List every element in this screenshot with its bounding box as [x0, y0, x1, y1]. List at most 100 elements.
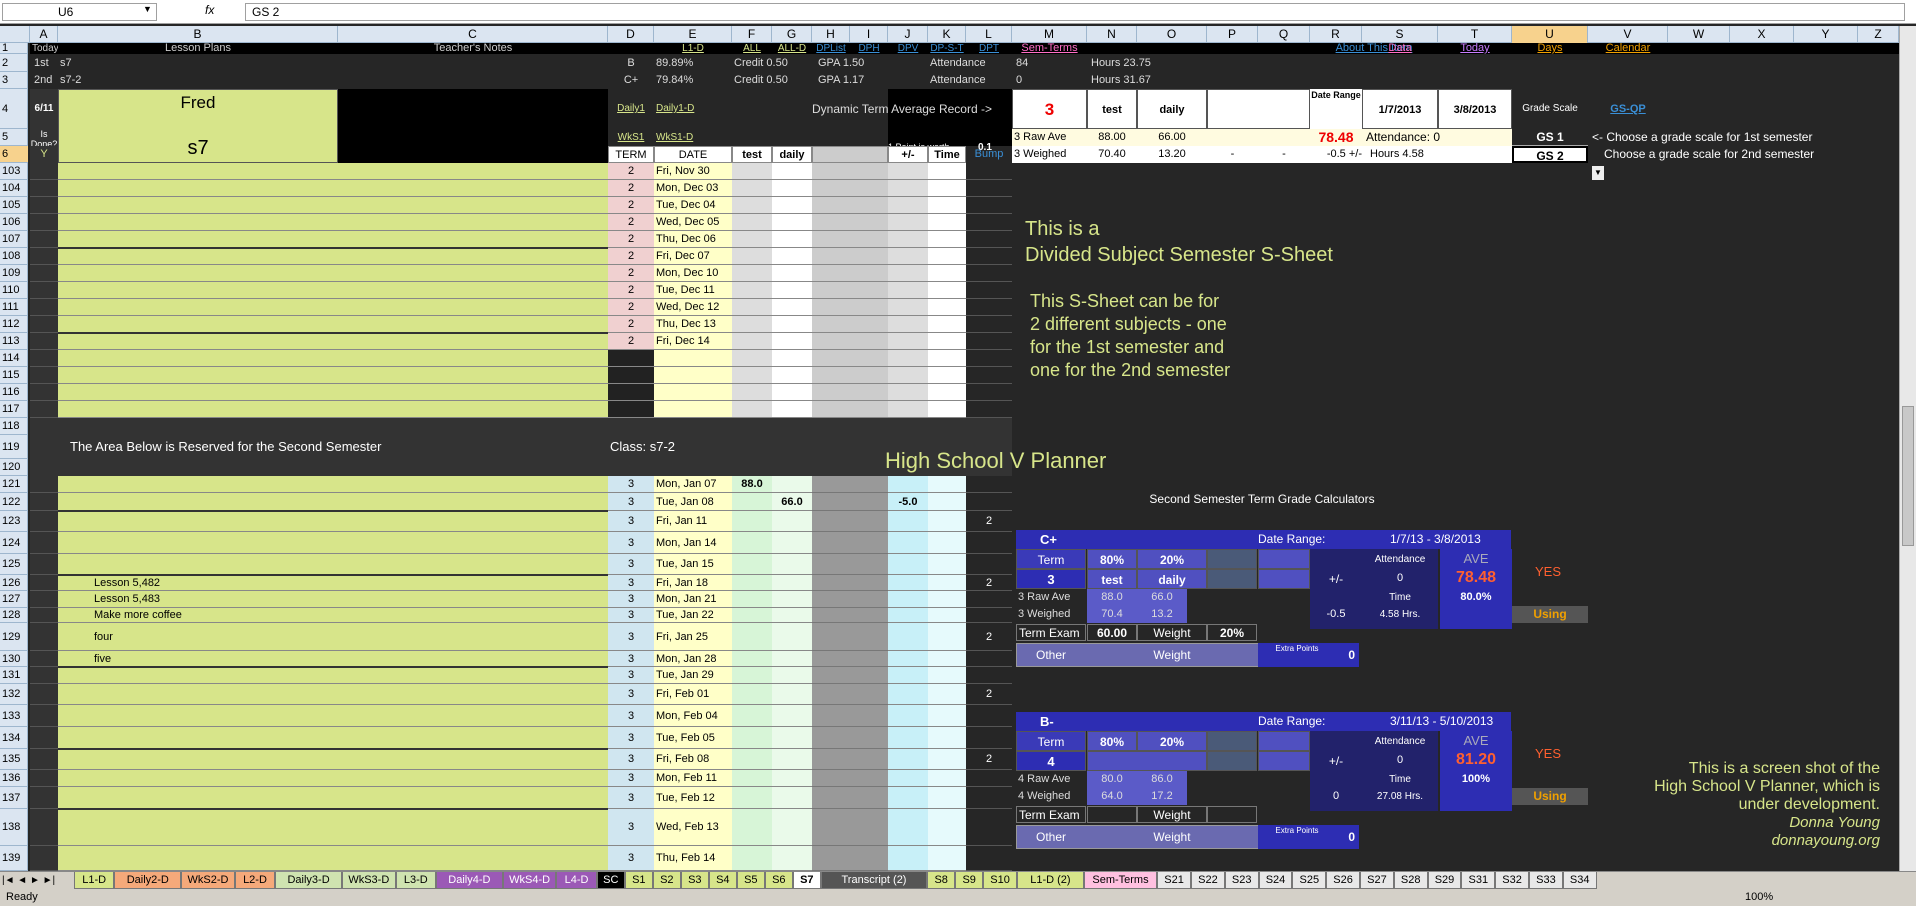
- row-header-109[interactable]: 109: [0, 265, 28, 282]
- column-header-w[interactable]: W: [1668, 26, 1730, 43]
- row-header-120[interactable]: 120: [0, 459, 28, 476]
- is-done-cell[interactable]: [30, 623, 58, 651]
- daily-cell[interactable]: [772, 163, 812, 180]
- column-header-o[interactable]: O: [1137, 26, 1207, 43]
- row-header-111[interactable]: 111: [0, 299, 28, 316]
- plusminus-cell[interactable]: [888, 476, 928, 493]
- test-cell[interactable]: [732, 591, 772, 608]
- test-cell[interactable]: [732, 846, 772, 871]
- time-cell[interactable]: [928, 667, 966, 684]
- test-cell[interactable]: [732, 265, 772, 282]
- sheet-tab[interactable]: S10: [983, 872, 1017, 889]
- zoom-level[interactable]: 100%: [1745, 889, 1773, 906]
- row-header-129[interactable]: 129: [0, 623, 28, 651]
- daily-cell[interactable]: [772, 651, 812, 667]
- sheet-tab[interactable]: L1-D (2): [1017, 872, 1084, 889]
- plusminus-cell[interactable]: [888, 667, 928, 684]
- row-header-124[interactable]: 124: [0, 532, 28, 554]
- teacher-note-cell[interactable]: [338, 623, 608, 651]
- row-header-3[interactable]: 3: [0, 72, 28, 89]
- row-header-127[interactable]: 127: [0, 591, 28, 608]
- test-cell[interactable]: [732, 770, 772, 787]
- row-header-105[interactable]: 105: [0, 197, 28, 214]
- daily-cell[interactable]: [772, 705, 812, 727]
- is-done-cell[interactable]: [30, 591, 58, 608]
- is-done-cell[interactable]: [30, 705, 58, 727]
- is-done-cell[interactable]: [30, 608, 58, 623]
- row-header-134[interactable]: 134: [0, 727, 28, 749]
- is-done-cell[interactable]: [30, 651, 58, 667]
- time-cell[interactable]: [928, 282, 966, 299]
- daily-cell[interactable]: [772, 367, 812, 384]
- lesson-plan-cell[interactable]: [58, 231, 338, 248]
- lesson-plan-cell[interactable]: [58, 265, 338, 282]
- lesson-plan-cell[interactable]: Make more coffee: [58, 608, 338, 623]
- sheet-tab[interactable]: S24: [1258, 872, 1293, 889]
- plusminus-cell[interactable]: [888, 651, 928, 667]
- lesson-plan-cell[interactable]: [58, 476, 338, 493]
- time-cell[interactable]: [928, 401, 966, 418]
- calc1-exam-weight[interactable]: 20%: [1207, 624, 1257, 641]
- time-cell[interactable]: [928, 231, 966, 248]
- sheet-tab[interactable]: S9: [955, 872, 984, 889]
- sheet-tab[interactable]: S4: [708, 872, 737, 889]
- daily-cell[interactable]: [772, 809, 812, 846]
- daily-cell[interactable]: [772, 265, 812, 282]
- column-header-v[interactable]: V: [1588, 26, 1668, 43]
- sheet-tab[interactable]: S22: [1191, 872, 1225, 889]
- row-header-103[interactable]: 103: [0, 163, 28, 180]
- sheet-tab[interactable]: Daily4-D: [436, 872, 503, 889]
- time-cell[interactable]: [928, 316, 966, 333]
- teacher-note-cell[interactable]: [338, 316, 608, 333]
- daily-cell[interactable]: [772, 532, 812, 554]
- link-sem-terms[interactable]: Sem-Terms: [1012, 43, 1087, 54]
- lesson-plan-cell[interactable]: [58, 532, 338, 554]
- is-done-cell[interactable]: [30, 575, 58, 591]
- plusminus-cell[interactable]: [888, 532, 928, 554]
- daily-cell[interactable]: [772, 511, 812, 532]
- is-done-cell[interactable]: [30, 493, 58, 511]
- plusminus-cell[interactable]: [888, 214, 928, 231]
- lesson-plan-cell[interactable]: Lesson 5,483: [58, 591, 338, 608]
- plusminus-cell[interactable]: [888, 350, 928, 367]
- test-cell[interactable]: [732, 809, 772, 846]
- is-done-cell[interactable]: [30, 511, 58, 532]
- link-wks1-d[interactable]: WkS1-D: [654, 129, 732, 146]
- daily-cell[interactable]: [772, 476, 812, 493]
- plusminus-cell[interactable]: [888, 770, 928, 787]
- row-header-108[interactable]: 108: [0, 248, 28, 265]
- teacher-note-cell[interactable]: [338, 651, 608, 667]
- time-cell[interactable]: [928, 532, 966, 554]
- link-all[interactable]: ALL: [732, 43, 772, 54]
- daily-cell[interactable]: [772, 727, 812, 749]
- daily-cell[interactable]: [772, 749, 812, 770]
- worksheet-grid[interactable]: Today Lesson Plans Teacher's Notes L1-D ALL A…: [28, 43, 1899, 871]
- link-dpv[interactable]: DPV: [888, 43, 928, 54]
- time-cell[interactable]: [928, 333, 966, 350]
- row-header-119[interactable]: 119: [0, 435, 28, 459]
- lesson-plan-cell[interactable]: [58, 401, 338, 418]
- calc2-extra-value[interactable]: 0: [1330, 825, 1355, 849]
- is-done-cell[interactable]: [30, 282, 58, 299]
- plusminus-cell[interactable]: [888, 265, 928, 282]
- teacher-note-cell[interactable]: [338, 575, 608, 591]
- lesson-plan-cell[interactable]: [58, 333, 338, 350]
- select-all-corner[interactable]: [0, 26, 30, 43]
- column-header-q[interactable]: Q: [1258, 26, 1310, 43]
- plusminus-cell[interactable]: [888, 575, 928, 591]
- sheet-tab[interactable]: L4-D: [556, 872, 597, 889]
- plusminus-cell[interactable]: [888, 727, 928, 749]
- sheet-tab[interactable]: Transcript (2): [820, 872, 928, 889]
- lesson-plan-cell[interactable]: [58, 684, 338, 705]
- link-dplist[interactable]: DPList: [812, 43, 850, 54]
- lesson-plan-cell[interactable]: Lesson 5,482: [58, 575, 338, 591]
- lesson-plan-cell[interactable]: [58, 787, 338, 809]
- test-cell[interactable]: [732, 163, 772, 180]
- calc2-exam-value[interactable]: [1087, 806, 1137, 823]
- link-dpt[interactable]: DPT: [966, 43, 1012, 54]
- column-header-b[interactable]: B: [58, 26, 338, 43]
- grade-scale-2[interactable]: GS 2: [1512, 146, 1588, 163]
- daily-cell[interactable]: [772, 282, 812, 299]
- column-header-z[interactable]: Z: [1858, 26, 1899, 43]
- test-cell[interactable]: [732, 623, 772, 651]
